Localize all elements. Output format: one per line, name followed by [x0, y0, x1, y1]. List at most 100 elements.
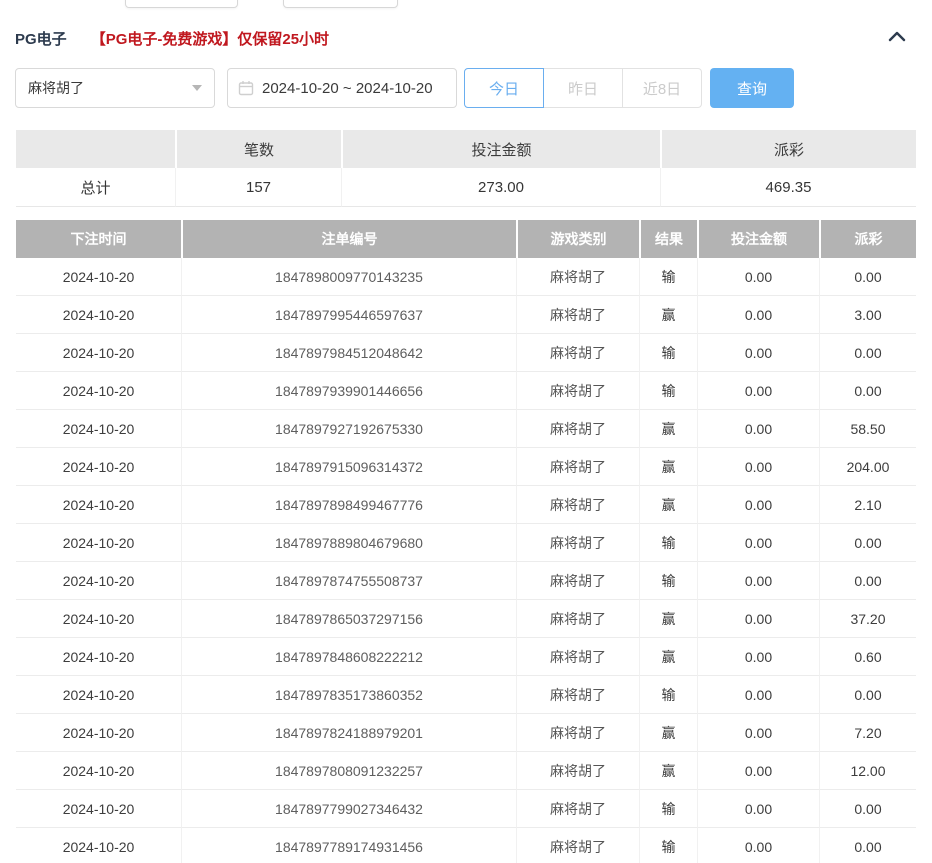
- bet-table-body: 2024-10-201847898009770143235麻将胡了输0.000.…: [16, 258, 916, 863]
- col-game-type: 游戏类别: [516, 220, 639, 258]
- bet-amount: 0.00: [697, 486, 819, 524]
- bet-amount: 0.00: [697, 372, 819, 410]
- caret-down-icon: [192, 85, 202, 91]
- result: 输: [639, 790, 697, 828]
- quick-button-yesterday[interactable]: 昨日: [543, 68, 623, 108]
- game-type: 麻将胡了: [516, 600, 639, 638]
- bet-date: 2024-10-20: [16, 752, 181, 790]
- summary-table: 笔数 投注金额 派彩 总计 157 273.00 469.35: [16, 130, 916, 207]
- col-result: 结果: [639, 220, 697, 258]
- date-range-input[interactable]: 2024-10-20 ~ 2024-10-20: [227, 68, 457, 108]
- summary-total-row: 总计 157 273.00 469.35: [16, 168, 916, 207]
- table-row: 2024-10-201847897865037297156麻将胡了赢0.0037…: [16, 600, 916, 638]
- summary-total-payout: 469.35: [660, 168, 916, 207]
- table-row: 2024-10-201847897799027346432麻将胡了输0.000.…: [16, 790, 916, 828]
- quick-button-last8days[interactable]: 近8日: [622, 68, 702, 108]
- col-bet-id: 注单编号: [181, 220, 516, 258]
- bet-id: 1847897889804679680: [181, 524, 516, 562]
- payout: 0.60: [819, 638, 916, 676]
- game-type: 麻将胡了: [516, 714, 639, 752]
- bet-date: 2024-10-20: [16, 562, 181, 600]
- bet-id: 1847897789174931456: [181, 828, 516, 863]
- payout: 0.00: [819, 562, 916, 600]
- bet-amount: 0.00: [697, 258, 819, 296]
- result: 赢: [639, 448, 697, 486]
- bet-date: 2024-10-20: [16, 258, 181, 296]
- payout: 0.00: [819, 258, 916, 296]
- table-row: 2024-10-201847897874755508737麻将胡了输0.000.…: [16, 562, 916, 600]
- bet-amount: 0.00: [697, 448, 819, 486]
- bet-date: 2024-10-20: [16, 296, 181, 334]
- bet-id: 1847898009770143235: [181, 258, 516, 296]
- col-bet-amount: 投注金额: [697, 220, 819, 258]
- result: 赢: [639, 600, 697, 638]
- result: 赢: [639, 752, 697, 790]
- bet-amount: 0.00: [697, 524, 819, 562]
- text-input-partial[interactable]: [125, 0, 238, 8]
- bet-id: 1847897939901446656: [181, 372, 516, 410]
- bet-date: 2024-10-20: [16, 524, 181, 562]
- bet-amount: 0.00: [697, 676, 819, 714]
- game-type: 麻将胡了: [516, 790, 639, 828]
- bet-date: 2024-10-20: [16, 676, 181, 714]
- table-row: 2024-10-201847897995446597637麻将胡了赢0.003.…: [16, 296, 916, 334]
- result: 输: [639, 676, 697, 714]
- panel-title: PG电子: [15, 28, 67, 49]
- payout: 0.00: [819, 372, 916, 410]
- payout: 58.50: [819, 410, 916, 448]
- payout: 0.00: [819, 828, 916, 863]
- quick-button-today[interactable]: 今日: [464, 68, 544, 108]
- summary-header-row: 笔数 投注金额 派彩: [16, 130, 916, 168]
- bet-id: 1847897915096314372: [181, 448, 516, 486]
- game-type: 麻将胡了: [516, 524, 639, 562]
- summary-col-count: 笔数: [175, 130, 341, 168]
- game-type: 麻将胡了: [516, 258, 639, 296]
- payout: 12.00: [819, 752, 916, 790]
- payout: 204.00: [819, 448, 916, 486]
- game-type: 麻将胡了: [516, 562, 639, 600]
- summary-col-bet-amount: 投注金额: [341, 130, 660, 168]
- game-type: 麻将胡了: [516, 486, 639, 524]
- table-row: 2024-10-201847897898499467776麻将胡了赢0.002.…: [16, 486, 916, 524]
- bet-amount: 0.00: [697, 790, 819, 828]
- bet-date: 2024-10-20: [16, 828, 181, 863]
- table-row: 2024-10-201847897927192675330麻将胡了赢0.0058…: [16, 410, 916, 448]
- game-type: 麻将胡了: [516, 372, 639, 410]
- game-type: 麻将胡了: [516, 828, 639, 863]
- quick-date-group: 今日 昨日 近8日: [464, 68, 702, 108]
- date-range-value: 2024-10-20 ~ 2024-10-20: [262, 80, 433, 97]
- table-row: 2024-10-201847897848608222212麻将胡了赢0.000.…: [16, 638, 916, 676]
- game-type: 麻将胡了: [516, 448, 639, 486]
- result: 输: [639, 562, 697, 600]
- bet-amount: 0.00: [697, 410, 819, 448]
- game-select-value: 麻将胡了: [28, 78, 84, 98]
- bet-amount: 0.00: [697, 638, 819, 676]
- bet-id: 1847897995446597637: [181, 296, 516, 334]
- chevron-up-icon: [888, 30, 906, 45]
- payout: 7.20: [819, 714, 916, 752]
- game-type: 麻将胡了: [516, 296, 639, 334]
- pg-records-panel: PG电子 【PG电子-免费游戏】仅保留25小时 麻将胡了 2024-10-: [0, 0, 932, 863]
- bet-table-header-row: 下注时间 注单编号 游戏类别 结果 投注金额 派彩: [16, 220, 916, 258]
- col-bet-time: 下注时间: [16, 220, 181, 258]
- bet-amount: 0.00: [697, 600, 819, 638]
- search-button[interactable]: 查询: [710, 68, 794, 108]
- calendar-icon: [238, 80, 254, 96]
- payout: 0.00: [819, 524, 916, 562]
- bet-id: 1847897835173860352: [181, 676, 516, 714]
- bet-id: 1847897848608222212: [181, 638, 516, 676]
- collapse-button[interactable]: [886, 28, 908, 46]
- text-input-partial[interactable]: [283, 0, 398, 8]
- game-select[interactable]: 麻将胡了: [15, 68, 215, 108]
- result: 赢: [639, 638, 697, 676]
- bet-date: 2024-10-20: [16, 448, 181, 486]
- table-row: 2024-10-201847898009770143235麻将胡了输0.000.…: [16, 258, 916, 296]
- game-type: 麻将胡了: [516, 410, 639, 448]
- summary-total-label: 总计: [16, 168, 175, 207]
- summary-col-blank: [16, 130, 175, 168]
- bet-id: 1847897898499467776: [181, 486, 516, 524]
- game-type: 麻将胡了: [516, 752, 639, 790]
- payout: 3.00: [819, 296, 916, 334]
- bet-id: 1847897927192675330: [181, 410, 516, 448]
- result: 赢: [639, 486, 697, 524]
